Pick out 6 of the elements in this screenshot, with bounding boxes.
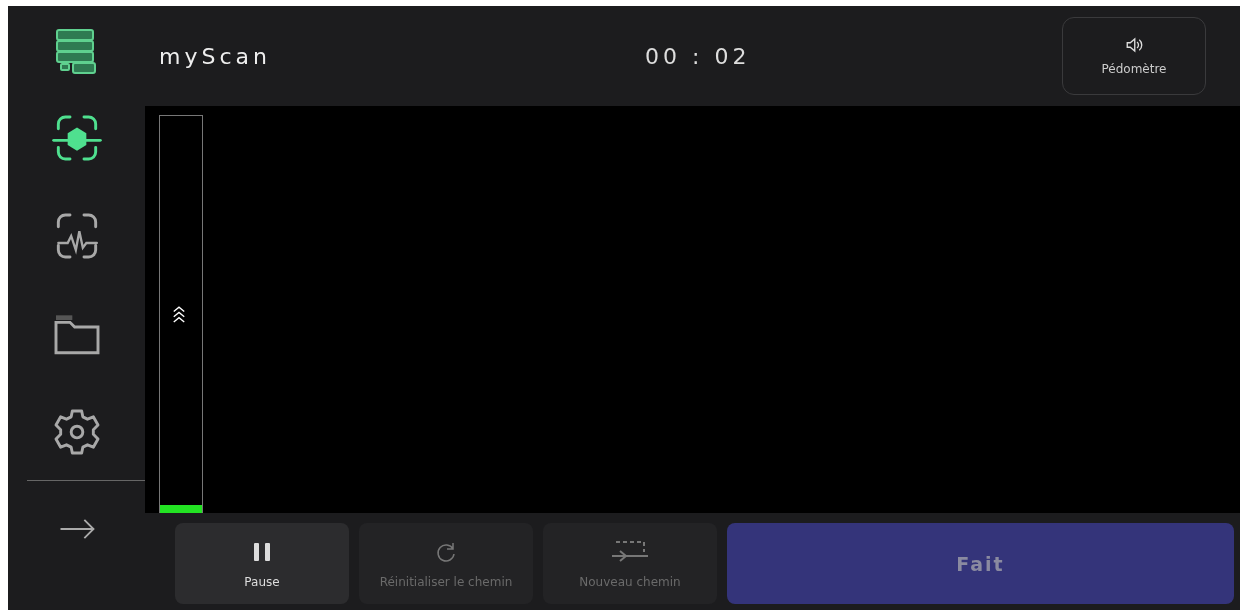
speaker-icon	[1125, 36, 1143, 54]
done-button[interactable]: Fait	[727, 523, 1234, 604]
pause-button[interactable]: Pause	[175, 523, 349, 604]
app-title: myScan	[159, 43, 271, 69]
pedometer-button[interactable]: Pédomètre	[1062, 17, 1206, 95]
timer: 00 : 02	[645, 43, 751, 69]
